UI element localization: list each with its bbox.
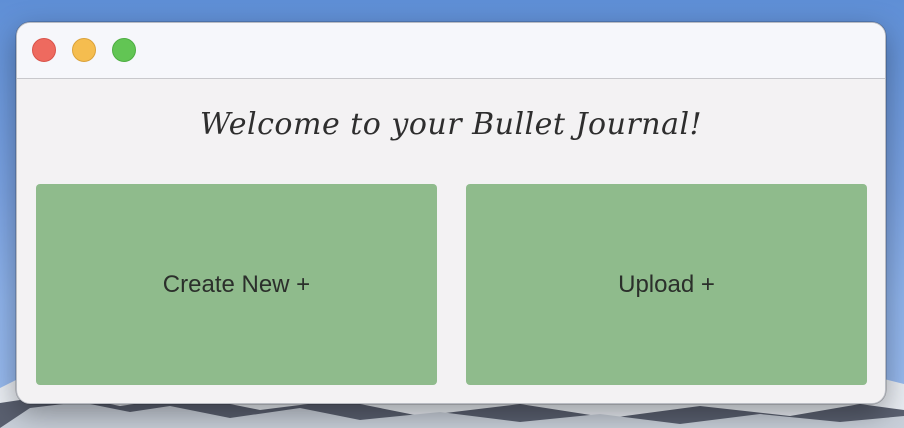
zoom-window-button[interactable] [112,38,136,62]
close-window-button[interactable] [32,38,56,62]
minimize-window-button[interactable] [72,38,96,62]
create-new-button[interactable]: Create New + [36,184,437,385]
create-new-label: Create New + [162,270,311,298]
upload-button[interactable]: Upload + [466,184,867,385]
upload-label: Upload + [618,270,715,298]
welcome-heading: Welcome to your Bullet Journal! [199,107,703,142]
app-window: Welcome to your Bullet Journal! Create N… [16,22,886,404]
title-bar[interactable] [17,23,885,79]
